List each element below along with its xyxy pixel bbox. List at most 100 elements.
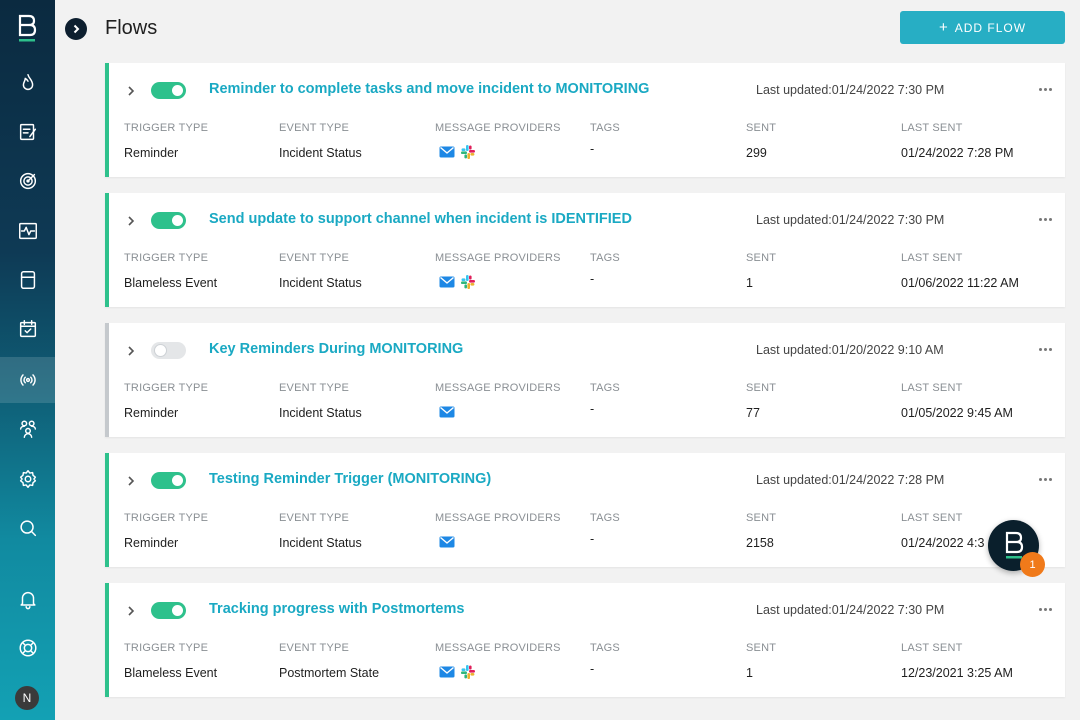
event-type-label: EVENT TYPE xyxy=(279,642,350,654)
message-providers-label: MESSAGE PROVIDERS xyxy=(435,642,561,654)
sidebar-item-schedule[interactable] xyxy=(0,306,55,352)
trigger-type-value: Reminder xyxy=(124,536,179,550)
expand-sidebar-button[interactable] xyxy=(65,18,87,40)
trigger-type-value: Reminder xyxy=(124,406,179,420)
sidebar: N xyxy=(0,0,55,720)
expand-chevron-icon[interactable] xyxy=(126,84,136,96)
flow-enabled-toggle[interactable] xyxy=(151,602,186,619)
last-sent-value: 01/24/2022 7:28 PM xyxy=(901,146,1014,160)
sidebar-item-notifications[interactable] xyxy=(0,576,55,622)
email-icon xyxy=(439,535,455,553)
message-providers-label: MESSAGE PROVIDERS xyxy=(435,122,561,134)
blameless-logo-icon[interactable] xyxy=(17,14,37,44)
more-options-icon[interactable] xyxy=(1039,213,1055,225)
expand-chevron-icon[interactable] xyxy=(126,604,136,616)
sent-label: SENT xyxy=(746,122,777,134)
event-type-value: Incident Status xyxy=(279,146,362,160)
flow-enabled-toggle[interactable] xyxy=(151,342,186,359)
last-sent-label: LAST SENT xyxy=(901,252,963,264)
flow-title[interactable]: Key Reminders During MONITORING xyxy=(209,341,463,357)
message-providers-label: MESSAGE PROVIDERS xyxy=(435,252,561,264)
trigger-type-value: Blameless Event xyxy=(124,666,218,680)
archive-icon xyxy=(20,271,35,289)
sidebar-item-monitoring[interactable] xyxy=(0,208,55,254)
last-sent-label: LAST SENT xyxy=(901,122,963,134)
last-sent-value: 01/06/2022 11:22 AM xyxy=(901,276,1019,290)
last-updated: Last updated:01/24/2022 7:30 PM xyxy=(756,603,945,617)
gear-icon xyxy=(19,470,36,488)
email-icon xyxy=(439,405,455,423)
flow-title[interactable]: Reminder to complete tasks and move inci… xyxy=(209,81,649,97)
flow-enabled-toggle[interactable] xyxy=(151,212,186,229)
event-type-label: EVENT TYPE xyxy=(279,122,350,134)
target-icon xyxy=(19,172,36,190)
flow-enabled-toggle[interactable] xyxy=(151,472,186,489)
lifebuoy-icon xyxy=(18,639,37,657)
search-icon xyxy=(19,520,36,537)
expand-chevron-icon[interactable] xyxy=(126,344,136,356)
more-options-icon[interactable] xyxy=(1039,83,1055,95)
message-providers-label: MESSAGE PROVIDERS xyxy=(435,382,561,394)
flow-enabled-toggle[interactable] xyxy=(151,82,186,99)
notepad-icon xyxy=(19,123,36,141)
tags-label: TAGS xyxy=(590,252,620,264)
sidebar-item-slo[interactable] xyxy=(0,158,55,204)
event-type-value: Incident Status xyxy=(279,536,362,550)
expand-chevron-icon[interactable] xyxy=(126,474,136,486)
trigger-type-label: TRIGGER TYPE xyxy=(124,642,209,654)
flow-card[interactable]: Reminder to complete tasks and move inci… xyxy=(105,63,1065,177)
last-sent-label: LAST SENT xyxy=(901,642,963,654)
more-options-icon[interactable] xyxy=(1039,473,1055,485)
event-type-value: Incident Status xyxy=(279,406,362,420)
sent-value: 77 xyxy=(746,406,760,420)
flow-title[interactable]: Tracking progress with Postmortems xyxy=(209,601,464,617)
flow-title[interactable]: Send update to support channel when inci… xyxy=(209,211,632,227)
toggle-knob xyxy=(172,85,183,96)
event-type-label: EVENT TYPE xyxy=(279,252,350,264)
sidebar-item-notes[interactable] xyxy=(0,109,55,155)
flow-card[interactable]: Testing Reminder Trigger (MONITORING) Las… xyxy=(105,453,1065,567)
trigger-type-label: TRIGGER TYPE xyxy=(124,512,209,524)
last-sent-value: 12/23/2021 3:25 AM xyxy=(901,666,1013,680)
expand-chevron-icon[interactable] xyxy=(126,214,136,226)
notification-badge: 1 xyxy=(1020,552,1045,577)
email-icon xyxy=(439,665,455,683)
sidebar-item-help[interactable] xyxy=(0,625,55,671)
sidebar-item-incidents[interactable] xyxy=(0,60,55,106)
tags-label: TAGS xyxy=(590,512,620,524)
message-providers xyxy=(439,144,476,165)
add-flow-button[interactable]: + ADD FLOW xyxy=(900,11,1065,44)
plus-icon: + xyxy=(938,19,949,36)
slack-icon xyxy=(460,664,476,685)
flow-title[interactable]: Testing Reminder Trigger (MONITORING) xyxy=(209,471,491,487)
sidebar-item-retrospectives[interactable] xyxy=(0,257,55,303)
last-sent-value: 01/05/2022 9:45 AM xyxy=(901,406,1013,420)
pulse-monitor-icon xyxy=(18,222,37,240)
email-icon xyxy=(439,145,455,163)
tags-label: TAGS xyxy=(590,122,620,134)
more-options-icon[interactable] xyxy=(1039,343,1055,355)
sidebar-item-teams[interactable] xyxy=(0,406,55,452)
flow-card[interactable]: Send update to support channel when inci… xyxy=(105,193,1065,307)
tags-value: - xyxy=(590,272,595,286)
sent-value: 1 xyxy=(746,666,753,680)
more-options-icon[interactable] xyxy=(1039,603,1055,615)
last-updated: Last updated:01/24/2022 7:28 PM xyxy=(756,473,945,487)
sidebar-item-settings[interactable] xyxy=(0,456,55,502)
tags-label: TAGS xyxy=(590,642,620,654)
event-type-label: EVENT TYPE xyxy=(279,512,350,524)
message-providers xyxy=(439,406,455,422)
sidebar-item-search[interactable] xyxy=(0,505,55,551)
sent-label: SENT xyxy=(746,512,777,524)
flow-card[interactable]: Tracking progress with Postmortems Last u… xyxy=(105,583,1065,697)
sidebar-item-flows[interactable] xyxy=(0,357,55,403)
last-updated: Last updated:01/20/2022 9:10 AM xyxy=(756,343,944,357)
last-sent-value: 01/24/2022 4:3 xyxy=(901,536,985,550)
slack-icon xyxy=(460,144,476,165)
add-flow-label: ADD FLOW xyxy=(954,20,1027,35)
last-updated: Last updated:01/24/2022 7:30 PM xyxy=(756,213,945,227)
flow-card[interactable]: Key Reminders During MONITORING Last upda… xyxy=(105,323,1065,437)
trigger-type-label: TRIGGER TYPE xyxy=(124,382,209,394)
avatar[interactable]: N xyxy=(15,686,39,710)
sent-label: SENT xyxy=(746,382,777,394)
